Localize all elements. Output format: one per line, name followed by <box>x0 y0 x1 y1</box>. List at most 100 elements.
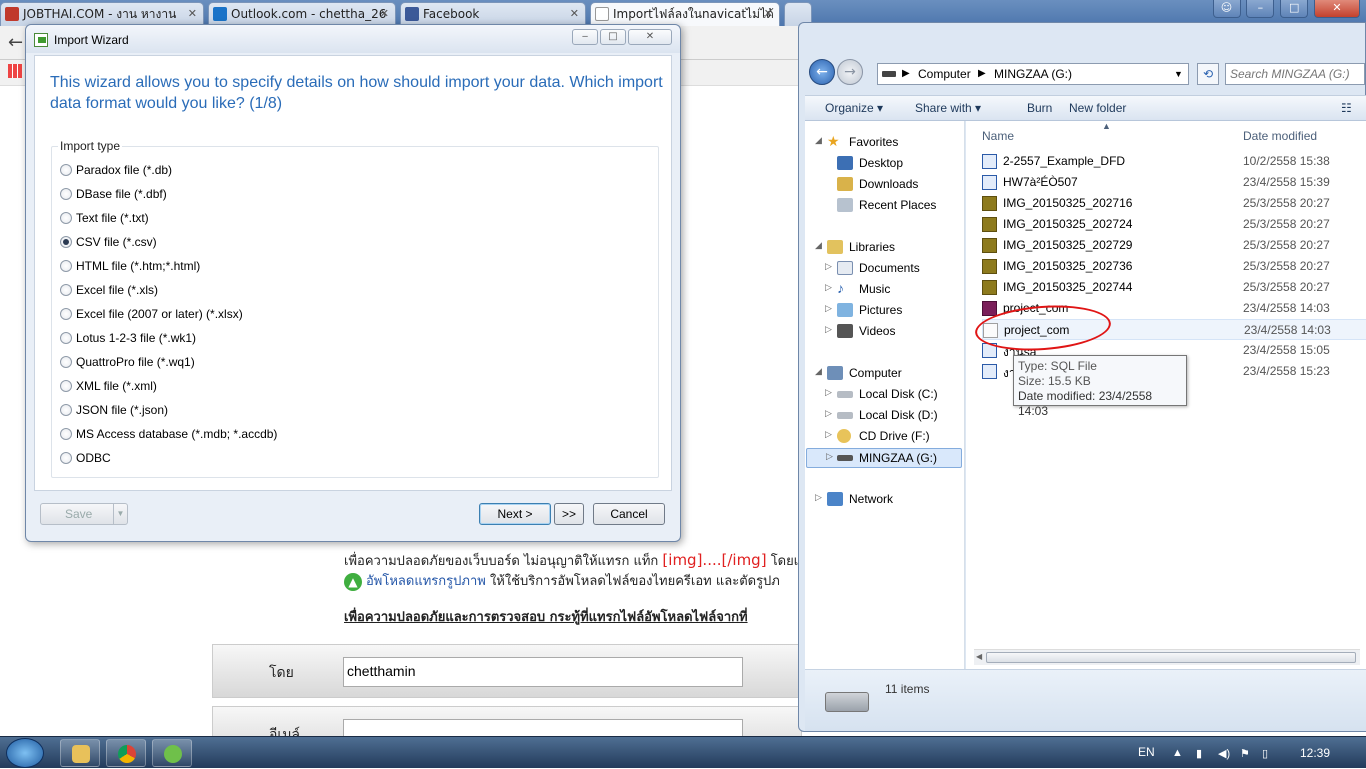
notice-text: เพื่อความปลอดภัยของเว็บบอร์ด ไม่อนุญาติใ… <box>344 554 663 569</box>
forward-arrow-icon[interactable]: → <box>837 59 863 85</box>
user-icon[interactable]: ☺ <box>1212 0 1241 18</box>
upload-image-link[interactable]: อัพโหลดแทรกรูปภาพ <box>366 574 486 589</box>
back-arrow-icon[interactable]: ← <box>8 32 23 53</box>
tab-close-icon[interactable]: ✕ <box>380 3 389 25</box>
nav-label: Network <box>849 492 894 506</box>
collapsed-triangle-icon[interactable]: ▷ <box>826 451 833 462</box>
burn-button[interactable]: Burn <box>1027 101 1052 115</box>
taskbar-chrome[interactable] <box>106 739 146 767</box>
collapsed-triangle-icon[interactable]: ▷ <box>825 429 832 440</box>
next-button[interactable]: Next > <box>479 503 551 525</box>
collapsed-triangle-icon[interactable]: ▷ <box>825 324 832 335</box>
expand-triangle-icon[interactable]: ◢ <box>815 135 822 146</box>
collapsed-triangle-icon[interactable]: ▷ <box>825 303 832 314</box>
refresh-icon[interactable]: ⟲ <box>1197 63 1219 85</box>
tab-jobthai[interactable]: JOBTHAI.COM - งาน หางาน ✕ <box>0 2 204 26</box>
maximize-button[interactable]: □ <box>1280 0 1309 18</box>
wizard-maximize-button[interactable]: □ <box>600 29 626 45</box>
breadcrumb-drive[interactable]: MINGZAA (G:) <box>994 64 1072 84</box>
chevron-right-icon: ▶ <box>902 68 910 79</box>
radio-label: Paradox file (*.db) <box>76 163 173 177</box>
organize-button[interactable]: Organize ▾ <box>825 101 883 115</box>
minimize-button[interactable]: – <box>1246 0 1275 18</box>
scroll-left-icon[interactable]: ◀ <box>976 652 982 661</box>
volume-icon[interactable]: ◀) <box>1218 747 1230 760</box>
back-arrow-icon[interactable]: ← <box>809 59 835 85</box>
expand-triangle-icon[interactable]: ◢ <box>815 366 822 377</box>
radio-button[interactable] <box>60 452 72 464</box>
horizontal-scrollbar[interactable]: ◀ <box>974 649 1360 665</box>
clock[interactable]: 12:39 <box>1300 746 1330 760</box>
file-row[interactable]: IMG_20150325_202736 25/3/2558 20:27 <box>982 256 1366 277</box>
file-row[interactable]: IMG_20150325_202716 25/3/2558 20:27 <box>982 193 1366 214</box>
file-row[interactable]: 2-2557_Example_DFD 10/2/2558 15:38 <box>982 151 1366 172</box>
battery-icon[interactable]: ▯ <box>1262 747 1274 760</box>
wizard-minimize-button[interactable]: ‒ <box>572 29 598 45</box>
radio-button[interactable] <box>60 164 72 176</box>
radio-button[interactable] <box>60 188 72 200</box>
nav-label: Libraries <box>849 240 896 254</box>
taskbar-navicat[interactable] <box>152 739 192 767</box>
collapsed-triangle-icon[interactable]: ▷ <box>825 408 832 419</box>
network-signal-icon[interactable]: ▮ <box>1196 747 1208 760</box>
collapsed-triangle-icon[interactable]: ▷ <box>815 492 822 503</box>
radio-button[interactable] <box>60 284 72 296</box>
chevron-down-icon[interactable]: ▼ <box>1174 64 1183 84</box>
radio-button[interactable] <box>60 260 72 272</box>
radio-button[interactable] <box>60 212 72 224</box>
tooltip-type: Type: SQL File <box>1018 359 1097 373</box>
tab-close-icon[interactable]: ✕ <box>570 3 579 25</box>
file-row[interactable]: HW7à²ÉÒ507 23/4/2558 15:39 <box>982 172 1366 193</box>
radio-label: Excel file (*.xls) <box>76 283 159 297</box>
expand-triangle-icon[interactable]: ◢ <box>815 240 822 251</box>
language-indicator[interactable]: EN <box>1138 745 1155 759</box>
file-row[interactable]: IMG_20150325_202729 25/3/2558 20:27 <box>982 235 1366 256</box>
new-folder-button[interactable]: New folder <box>1069 101 1126 115</box>
chevron-down-icon[interactable]: ▼ <box>113 504 127 524</box>
nav-drive-g[interactable]: ▷ MINGZAA (G:) <box>806 448 962 468</box>
radio-button[interactable] <box>60 380 72 392</box>
wizard-close-button[interactable]: ✕ <box>628 29 672 45</box>
apps-grid-icon[interactable] <box>8 64 22 78</box>
radio-button[interactable] <box>60 236 72 248</box>
scrollbar-thumb[interactable] <box>986 652 1356 663</box>
taskbar-explorer[interactable] <box>60 739 100 767</box>
radio-button[interactable] <box>60 356 72 368</box>
start-button[interactable] <box>6 738 44 768</box>
tab-close-icon[interactable]: ✕ <box>764 3 773 25</box>
author-input[interactable]: chetthamin <box>343 657 743 687</box>
breadcrumb-computer[interactable]: Computer <box>918 64 971 84</box>
share-with-button[interactable]: Share with ▾ <box>915 101 981 115</box>
skip-to-end-button[interactable]: >> <box>554 503 584 525</box>
view-options-icon[interactable]: ☷ <box>1341 101 1352 115</box>
column-header-date[interactable]: Date modified <box>1243 129 1317 143</box>
radio-button[interactable] <box>60 332 72 344</box>
wizard-body: This wizard allows you to specify detail… <box>34 55 672 491</box>
radio-label: CSV file (*.csv) <box>76 235 157 249</box>
tab-import-thread[interactable]: Importไฟล์ลงในnavicatไม่ได้ ✕ <box>590 2 780 26</box>
radio-label: MS Access database (*.mdb; *.accdb) <box>76 427 278 441</box>
usb-drive-icon <box>837 455 853 461</box>
save-button[interactable]: Save ▼ <box>40 503 128 525</box>
file-row[interactable]: IMG_20150325_202744 25/3/2558 20:27 <box>982 277 1366 298</box>
radio-button[interactable] <box>60 404 72 416</box>
tab-close-icon[interactable]: ✕ <box>188 3 197 25</box>
collapsed-triangle-icon[interactable]: ▷ <box>825 387 832 398</box>
collapsed-triangle-icon[interactable]: ▷ <box>825 261 832 272</box>
flag-icon[interactable]: ⚑ <box>1240 747 1252 760</box>
radio-label: Lotus 1-2-3 file (*.wk1) <box>76 331 197 345</box>
radio-button[interactable] <box>60 308 72 320</box>
radio-label: ODBC <box>76 451 111 465</box>
radio-button[interactable] <box>60 428 72 440</box>
address-input[interactable]: ▶ Computer ▶ MINGZAA (G:) ▼ <box>877 63 1189 85</box>
tray-expand-icon[interactable]: ▲ <box>1172 747 1184 759</box>
close-button[interactable]: ✕ <box>1314 0 1360 18</box>
cancel-button[interactable]: Cancel <box>593 503 665 525</box>
file-row[interactable]: IMG_20150325_202724 25/3/2558 20:27 <box>982 214 1366 235</box>
tab-facebook[interactable]: Facebook ✕ <box>400 2 586 26</box>
wizard-titlebar[interactable]: Import Wizard ‒ □ ✕ <box>26 25 680 53</box>
search-input[interactable]: Search MINGZAA (G:) <box>1225 63 1365 85</box>
column-header-name[interactable]: Name <box>982 129 1014 143</box>
collapsed-triangle-icon[interactable]: ▷ <box>825 282 832 293</box>
tab-outlook[interactable]: Outlook.com - chettha_26 ✕ <box>208 2 396 26</box>
